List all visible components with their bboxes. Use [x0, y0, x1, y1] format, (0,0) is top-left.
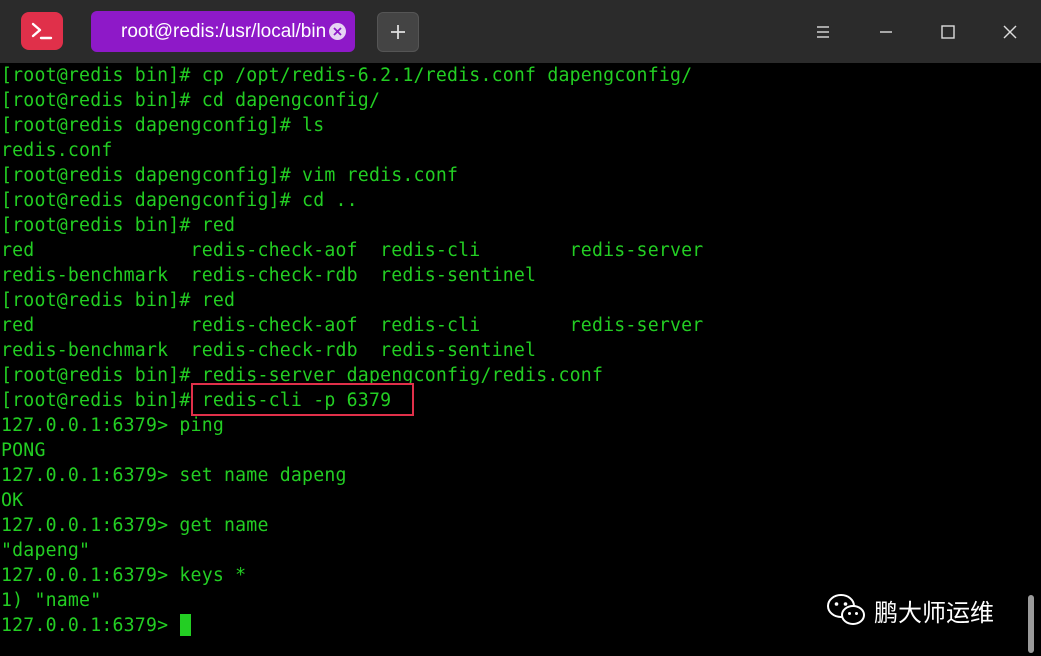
- terminal-line: 127.0.0.1:6379> get name: [1, 515, 269, 536]
- terminal-line: [root@redis dapengconfig]# vim redis.con…: [1, 165, 459, 186]
- terminal-line: redis.conf: [1, 140, 113, 161]
- close-icon: [1003, 25, 1017, 39]
- terminal-line: OK: [1, 490, 24, 511]
- tab-close-button[interactable]: [329, 23, 346, 40]
- terminal-line: redis-benchmark redis-check-rdb redis-se…: [1, 265, 537, 286]
- terminal-line: [root@redis dapengconfig]# cd ..: [1, 190, 358, 211]
- minimize-icon: [880, 31, 892, 33]
- terminal-prompt-icon: [31, 22, 53, 40]
- terminal-line: PONG: [1, 440, 46, 461]
- new-tab-button[interactable]: [377, 12, 419, 52]
- terminal-line: [root@redis bin]# red: [1, 290, 236, 311]
- watermark-text: 鹏大师运维: [874, 598, 994, 627]
- terminal-line: 127.0.0.1:6379> ping: [1, 415, 224, 436]
- terminal-line: 127.0.0.1:6379> keys *: [1, 565, 247, 586]
- terminal-line: [root@redis dapengconfig]# ls: [1, 115, 325, 136]
- terminal-line: red redis-check-aof redis-cli redis-serv…: [1, 315, 704, 336]
- menu-button[interactable]: [805, 14, 841, 50]
- terminal-line: 127.0.0.1:6379> set name dapeng: [1, 465, 347, 486]
- tab-root-redis[interactable]: root@redis:/usr/local/bin: [91, 11, 355, 52]
- terminal-cursor: [180, 614, 191, 636]
- terminal-line: [root@redis bin]# cp /opt/redis-6.2.1/re…: [1, 65, 693, 86]
- terminal-app-icon[interactable]: [21, 12, 63, 50]
- terminal-line: red redis-check-aof redis-cli redis-serv…: [1, 240, 704, 261]
- close-window-button[interactable]: [992, 14, 1028, 50]
- minimize-button[interactable]: [868, 14, 904, 50]
- tab-title: root@redis:/usr/local/bin: [121, 21, 327, 42]
- close-icon: [333, 27, 342, 36]
- terminal-line: redis-benchmark redis-check-rdb redis-se…: [1, 340, 537, 361]
- terminal-prompt-line: 127.0.0.1:6379>: [1, 615, 180, 636]
- terminal-line: "dapeng": [1, 540, 91, 561]
- terminal-line: [root@redis bin]# cd dapengconfig/: [1, 90, 381, 111]
- wechat-icon: [827, 594, 865, 625]
- maximize-icon: [941, 25, 955, 39]
- maximize-button[interactable]: [930, 14, 966, 50]
- highlight-box: [191, 383, 414, 416]
- watermark: 鹏大师运维: [826, 593, 994, 627]
- terminal-line: [root@redis bin]# red: [1, 215, 236, 236]
- terminal-line: 1) "name": [1, 590, 102, 611]
- title-bar: root@redis:/usr/local/bin: [0, 0, 1041, 63]
- hamburger-menu-icon: [817, 26, 829, 38]
- terminal-output[interactable]: [root@redis bin]# cp /opt/redis-6.2.1/re…: [0, 63, 1041, 656]
- scrollbar[interactable]: [1028, 595, 1034, 653]
- plus-icon: [391, 25, 405, 39]
